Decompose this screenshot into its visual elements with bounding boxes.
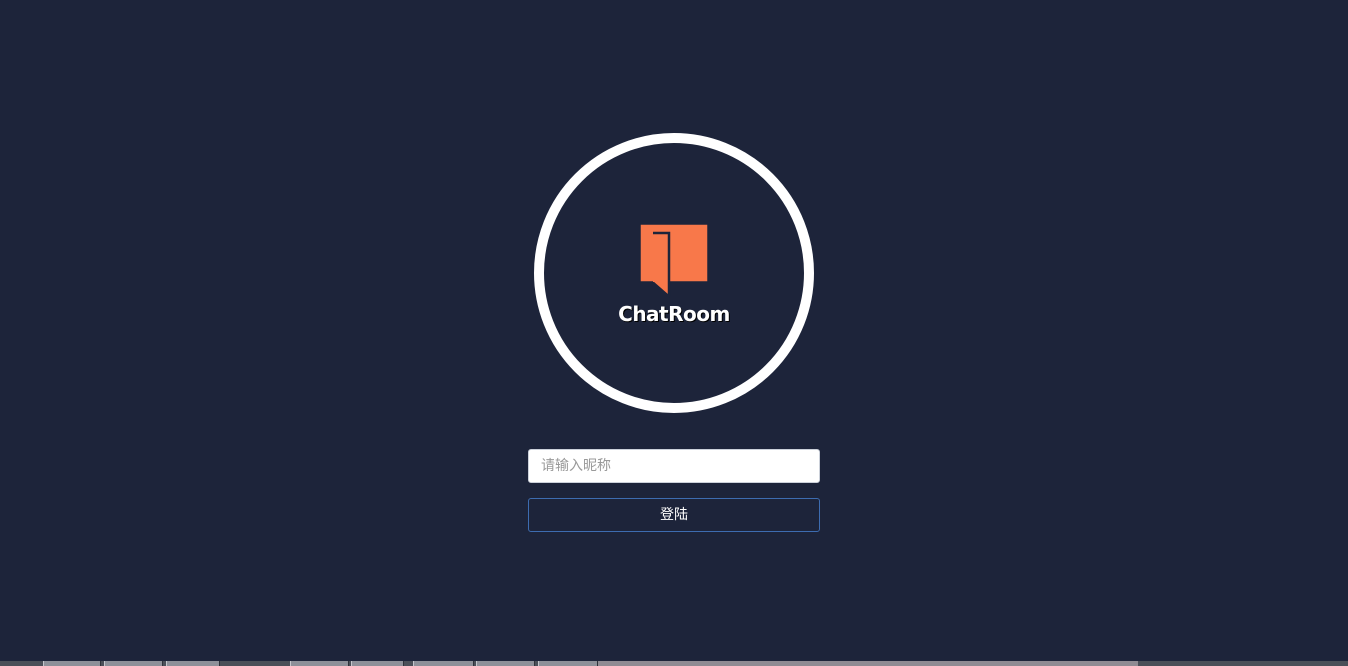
taskbar-button[interactable] <box>43 661 101 666</box>
taskbar-button[interactable] <box>166 661 220 666</box>
taskbar-button[interactable] <box>538 661 598 666</box>
taskbar-button[interactable] <box>351 661 404 666</box>
app-logo-text: ChatRoom <box>618 302 730 326</box>
taskbar-button[interactable] <box>104 661 163 666</box>
taskbar-button[interactable] <box>290 661 349 666</box>
chat-bubble-icon <box>639 223 709 298</box>
taskbar-button[interactable] <box>413 661 474 666</box>
taskbar-band <box>598 661 1138 666</box>
login-button[interactable]: 登陆 <box>528 498 820 532</box>
taskbar-strip <box>0 661 1348 666</box>
nickname-input[interactable] <box>528 449 820 483</box>
login-page: ChatRoom 登陆 <box>0 0 1348 661</box>
taskbar-button[interactable] <box>476 661 535 666</box>
